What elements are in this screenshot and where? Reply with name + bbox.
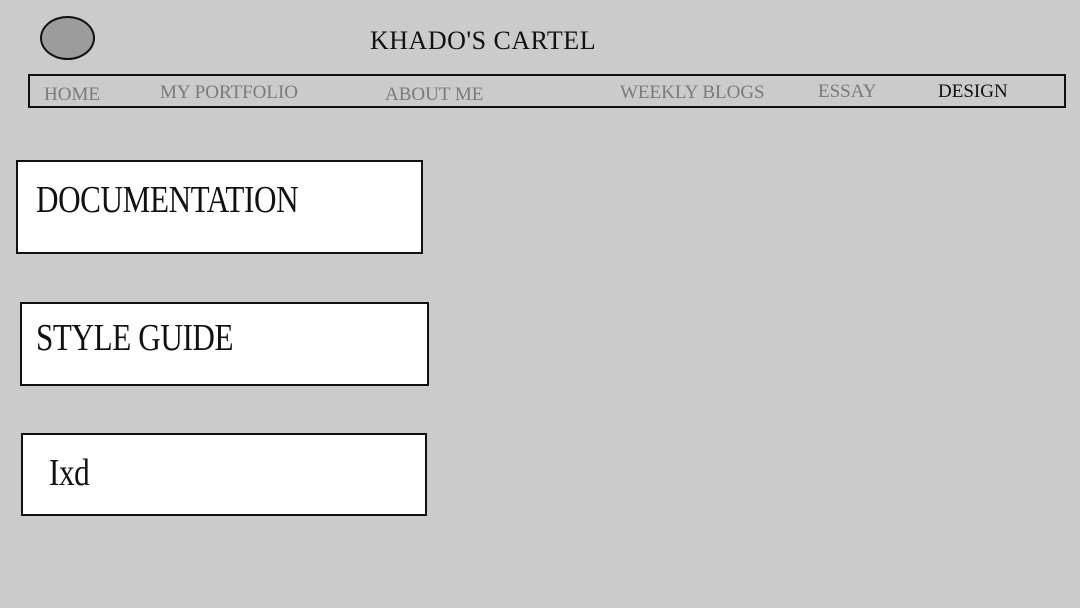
nav-design[interactable]: DESIGN xyxy=(938,81,1008,103)
nav-weekly-blogs[interactable]: WEEKLY BLOGS xyxy=(620,82,765,104)
card-ixd-label: Ixd xyxy=(49,452,90,494)
card-style-guide[interactable]: STYLE GUIDE xyxy=(20,302,429,386)
nav-home[interactable]: HOME xyxy=(44,84,100,106)
card-style-guide-label: STYLE GUIDE xyxy=(36,317,234,359)
nav-about-me[interactable]: ABOUT ME xyxy=(385,84,483,106)
card-documentation[interactable]: DOCUMENTATION xyxy=(16,160,423,254)
card-documentation-label: DOCUMENTATION xyxy=(36,179,299,221)
site-title: KHADO'S CARTEL xyxy=(370,26,597,55)
nav-essay[interactable]: ESSAY xyxy=(818,81,876,103)
logo-circle[interactable] xyxy=(40,16,95,60)
card-ixd[interactable]: Ixd xyxy=(21,433,427,516)
main-nav: HOME MY PORTFOLIO ABOUT ME WEEKLY BLOGS … xyxy=(28,74,1066,108)
nav-my-portfolio[interactable]: MY PORTFOLIO xyxy=(160,82,298,104)
